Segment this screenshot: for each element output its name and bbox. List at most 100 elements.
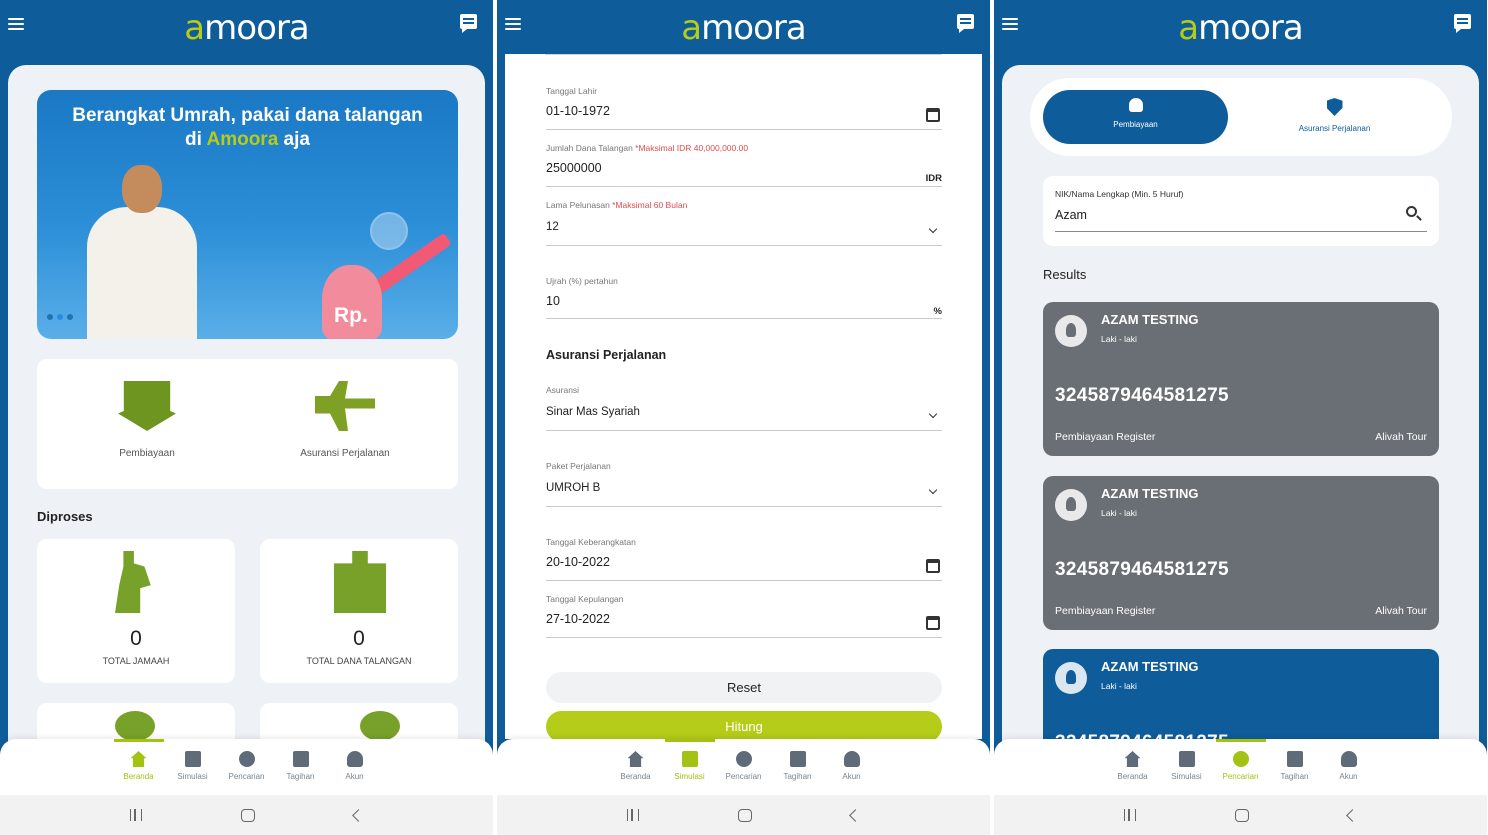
logo-rest: moora (204, 8, 310, 48)
nav-label: Pencarian (725, 772, 762, 781)
field-jumlah-dana[interactable]: Jumlah Dana Talangan *Maksimal IDR 40,00… (546, 143, 942, 187)
field-tanggal-lahir[interactable]: Tanggal Lahir 01-10-1972 (546, 86, 942, 130)
chat-icon[interactable] (460, 14, 477, 33)
calendar-icon[interactable] (926, 108, 940, 122)
stat-card-total-jamaah[interactable]: 0 TOTAL JAMAAH (37, 539, 235, 683)
field-ujrah[interactable]: Ujrah (%) pertahun 10 % (546, 276, 942, 320)
field-tanggal-kepulangan[interactable]: Tanggal Kepulangan 27-10-2022 (546, 594, 942, 638)
field-asuransi[interactable]: Asuransi Sinar Mas Syariah (546, 385, 942, 431)
reset-button[interactable]: Reset (546, 672, 942, 703)
back-icon[interactable] (849, 808, 863, 822)
nav-label: Simulasi (674, 772, 705, 781)
field-paket-perjalanan[interactable]: Paket Perjalanan UMROH B (546, 461, 942, 507)
hitung-button[interactable]: Hitung (546, 711, 942, 739)
menu-asuransi-perjalanan[interactable]: Asuransi Perjalanan (245, 381, 445, 459)
hand-money-icon (115, 711, 155, 741)
field-label: Jumlah Dana Talangan *Maksimal IDR 40,00… (546, 143, 942, 153)
nav-tagihan[interactable]: Tagihan (773, 739, 823, 795)
nav-simulasi[interactable]: Simulasi (168, 739, 218, 795)
toggle-label: Asuransi Perjalanan (1298, 124, 1371, 133)
bottom-navigation: Beranda Simulasi Pencarian Tagihan Akun (994, 739, 1487, 795)
field-label: Tanggal Keberangkatan (546, 537, 636, 547)
field-value[interactable]: 27-10-2022 (546, 612, 942, 626)
field-value[interactable]: UMROH B (546, 482, 942, 494)
home-button-icon[interactable] (240, 808, 255, 822)
nav-beranda[interactable]: Beranda (113, 739, 164, 795)
result-card[interactable]: AZAM TESTING Laki - laki 324587946458127… (1043, 302, 1439, 456)
calendar-icon[interactable] (926, 616, 940, 630)
field-value[interactable]: 01-10-1972 (546, 104, 942, 118)
search-input[interactable] (1055, 208, 1395, 222)
banner-line2-highlight: Amoora (206, 129, 279, 150)
field-underline (546, 186, 942, 187)
nav-label: Beranda (1117, 772, 1148, 781)
top-app-bar: amoora (994, 0, 1487, 56)
label-text: Lama Pelunasan (546, 200, 613, 210)
nav-akun[interactable]: Akun (1324, 739, 1374, 795)
logo-rest: moora (1198, 8, 1304, 48)
search-content: Pembiayaan Asuransi Perjalanan NIK/Nama … (1002, 65, 1479, 755)
nav-beranda[interactable]: Beranda (611, 739, 661, 795)
result-gender: Laki - laki (1101, 334, 1137, 344)
nav-simulasi[interactable]: Simulasi (664, 739, 715, 795)
recent-apps-icon[interactable] (626, 809, 639, 821)
bottom-navigation: Beranda Simulasi Pencarian Tagihan Akun (497, 739, 990, 795)
back-icon[interactable] (352, 808, 366, 822)
menu-pembiayaan[interactable]: Pembiayaan (47, 381, 247, 459)
divider (545, 54, 942, 55)
nav-tagihan[interactable]: Tagihan (276, 739, 326, 795)
field-value[interactable]: 20-10-2022 (546, 555, 942, 569)
result-card[interactable]: AZAM TESTING Laki - laki 324587946458127… (1043, 476, 1439, 630)
result-name: AZAM TESTING (1101, 659, 1199, 674)
field-label: Tanggal Kepulangan (546, 594, 624, 604)
recent-apps-icon[interactable] (129, 809, 142, 821)
search-icon (1232, 751, 1249, 767)
recent-apps-icon[interactable] (1123, 809, 1136, 821)
home-content: Berangkat Umrah, pakai dana talangan di … (8, 65, 485, 755)
nav-label: Simulasi (1171, 772, 1202, 781)
nav-akun[interactable]: Akun (827, 739, 877, 795)
search-icon[interactable] (1406, 206, 1417, 217)
chat-icon[interactable] (957, 14, 974, 33)
stat-card-total-dana-talangan[interactable]: 0 TOTAL DANA TALANGAN (260, 539, 458, 683)
carousel-dots[interactable] (47, 314, 73, 320)
home-button-icon[interactable] (737, 808, 752, 822)
field-tanggal-keberangkatan[interactable]: Tanggal Keberangkatan 20-10-2022 (546, 537, 942, 581)
calendar-icon[interactable] (926, 559, 940, 573)
toggle-asuransi-perjalanan[interactable]: Asuransi Perjalanan (1242, 90, 1427, 144)
field-lama-pelunasan[interactable]: Lama Pelunasan *Maksimal 60 Bulan 12 (546, 200, 942, 246)
nav-pencarian[interactable]: Pencarian (222, 739, 272, 795)
section-title-diproses: Diproses (37, 509, 93, 524)
banner-pilgrim-image (87, 165, 197, 339)
field-value[interactable]: 10 (546, 294, 942, 308)
promo-banner[interactable]: Berangkat Umrah, pakai dana talangan di … (37, 90, 458, 339)
coin-icon (360, 711, 400, 741)
nav-tagihan[interactable]: Tagihan (1270, 739, 1320, 795)
nav-akun[interactable]: Akun (330, 739, 380, 795)
nav-label: Akun (345, 772, 364, 781)
toggle-pembiayaan[interactable]: Pembiayaan (1043, 90, 1228, 144)
result-nik: 3245879464581275 (1055, 559, 1229, 580)
field-underline (546, 245, 942, 246)
phone-screen-beranda: amoora Berangkat Umrah, pakai dana talan… (0, 0, 493, 835)
nav-pencarian[interactable]: Pencarian (1215, 739, 1266, 795)
currency-suffix: IDR (925, 173, 942, 184)
field-label: Paket Perjalanan (546, 461, 611, 471)
field-value[interactable]: 12 (546, 221, 942, 233)
nav-pencarian[interactable]: Pencarian (719, 739, 769, 795)
field-label: Lama Pelunasan *Maksimal 60 Bulan (546, 200, 942, 210)
back-icon[interactable] (1346, 808, 1360, 822)
home-button-icon[interactable] (1234, 808, 1249, 822)
banner-line1: Berangkat Umrah, pakai dana talangan (72, 105, 423, 126)
field-value[interactable]: Sinar Mas Syariah (546, 406, 942, 418)
search-type-toggle: Pembiayaan Asuransi Perjalanan (1030, 78, 1452, 156)
nav-beranda[interactable]: Beranda (1108, 739, 1158, 795)
nav-simulasi[interactable]: Simulasi (1162, 739, 1212, 795)
nav-label: Tagihan (1280, 772, 1309, 781)
chat-icon[interactable] (1454, 14, 1471, 33)
nav-label: Akun (842, 772, 861, 781)
praying-person-icon (115, 551, 151, 613)
field-value[interactable]: 25000000 (546, 161, 942, 175)
home-icon (1124, 751, 1141, 767)
result-gender: Laki - laki (1101, 508, 1137, 518)
